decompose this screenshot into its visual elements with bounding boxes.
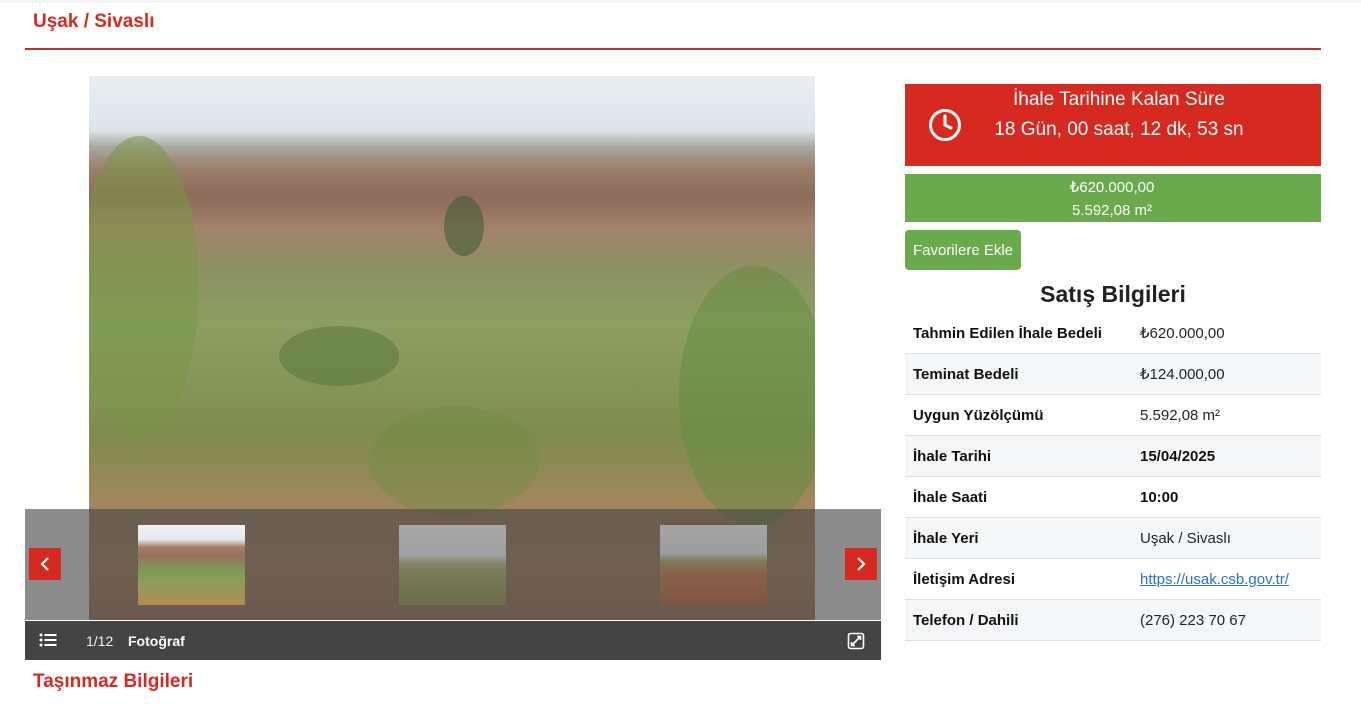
row-value: https://usak.csb.gov.tr/ (1132, 558, 1321, 600)
row-label: Teminat Bedeli (905, 353, 1132, 395)
price-summary: ₺620.000,00 5.592,08 m² (905, 174, 1321, 222)
table-row: İletişim Adresi https://usak.csb.gov.tr/ (905, 558, 1321, 600)
contact-address-link[interactable]: https://usak.csb.gov.tr/ (1140, 571, 1289, 588)
row-value: ₺620.000,00 (1132, 313, 1321, 354)
table-row: İhale Yeri Uşak / Sivaslı (905, 517, 1321, 559)
row-value: Uşak / Sivaslı (1132, 517, 1321, 559)
row-label: İhale Yeri (905, 517, 1132, 559)
countdown-title: İhale Tarihine Kalan Süre (1013, 89, 1225, 110)
add-to-favorites-button[interactable]: Favorilere Ekle (905, 230, 1021, 270)
table-row: Telefon / Dahili (276) 223 70 67 (905, 599, 1321, 641)
top-border (0, 0, 1361, 3)
photo-tree (279, 326, 399, 386)
previous-photo-button[interactable] (29, 548, 61, 580)
next-photo-button[interactable] (845, 548, 877, 580)
row-label: İletişim Adresi (905, 558, 1132, 600)
gallery-toolbar: 1/12 Fotoğraf (25, 621, 881, 660)
chevron-left-icon (40, 557, 49, 571)
countdown-time: 18 Gün, 00 saat, 12 dk, 53 sn (994, 119, 1244, 140)
photo-tree (679, 266, 815, 526)
thumbnail-2[interactable] (399, 525, 506, 605)
table-row: Teminat Bedeli ₺124.000,00 (905, 353, 1321, 395)
photo-tree (444, 196, 484, 256)
row-value: (276) 223 70 67 (1132, 599, 1321, 641)
thumbnail-3[interactable] (660, 525, 767, 605)
title-divider (25, 48, 1321, 50)
row-label: Uygun Yüzölçümü (905, 394, 1132, 436)
table-row: İhale Tarihi 15/04/2025 (905, 435, 1321, 477)
expand-icon[interactable] (847, 632, 865, 655)
section-title: Taşınmaz Bilgileri (33, 671, 194, 692)
row-value: 5.592,08 m² (1132, 394, 1321, 436)
sales-info-table: Tahmin Edilen İhale Bedeli ₺620.000,00 T… (905, 313, 1321, 641)
row-value: ₺124.000,00 (1132, 353, 1321, 395)
price-area: 5.592,08 m² (1071, 202, 1153, 219)
price-amount: ₺620.000,00 (1069, 179, 1155, 196)
photo-tree (89, 136, 199, 436)
row-value: 10:00 (1132, 476, 1321, 518)
media-type-label: Fotoğraf (128, 633, 185, 649)
photo-counter: 1/12 (86, 633, 114, 649)
table-row: Uygun Yüzölçümü 5.592,08 m² (905, 394, 1321, 436)
table-row: Tahmin Edilen İhale Bedeli ₺620.000,00 (905, 313, 1321, 354)
list-icon[interactable] (39, 632, 57, 653)
sales-info-title: Satış Bilgileri (1040, 281, 1186, 307)
page-title: Uşak / Sivaslı (33, 11, 155, 32)
row-label: İhale Tarihi (905, 435, 1132, 477)
table-row: İhale Saati 10:00 (905, 476, 1321, 518)
row-label: İhale Saati (905, 476, 1132, 518)
row-label: Telefon / Dahili (905, 599, 1132, 641)
chevron-right-icon (857, 557, 866, 571)
photo-tree (369, 406, 539, 516)
thumbnail-1[interactable] (138, 525, 245, 605)
row-label: Tahmin Edilen İhale Bedeli (905, 313, 1132, 354)
countdown-panel: İhale Tarihine Kalan Süre 18 Gün, 00 saa… (905, 84, 1321, 166)
thumbnail-strip (25, 509, 881, 620)
row-value: 15/04/2025 (1132, 435, 1321, 477)
